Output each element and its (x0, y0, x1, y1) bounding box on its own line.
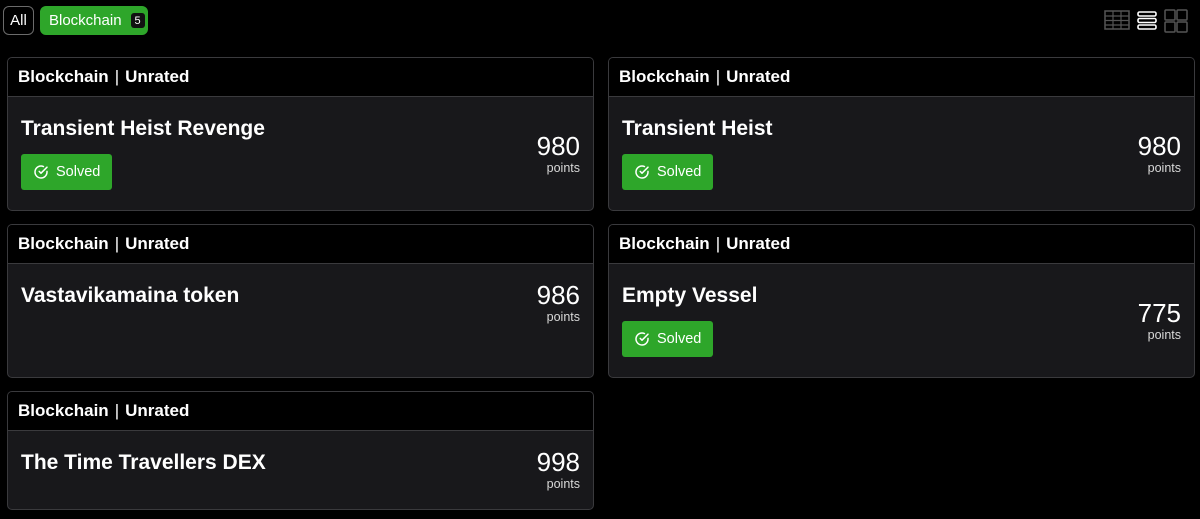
header-separator: | (715, 67, 721, 86)
points-label: points (546, 161, 580, 175)
header-separator: | (114, 67, 120, 86)
points-block: 986 points (537, 281, 580, 324)
challenge-card[interactable]: Blockchain | Unrated Vastavikamaina toke… (7, 224, 594, 378)
points-block: 980 points (1138, 132, 1181, 175)
challenge-title: The Time Travellers DEX (21, 451, 266, 474)
card-rating: Unrated (125, 67, 190, 86)
filter-all-button[interactable]: All (3, 6, 34, 35)
solved-badge: Solved (21, 154, 112, 190)
solved-label: Solved (56, 164, 101, 180)
grid-view-button[interactable] (1163, 9, 1189, 33)
points-label: points (546, 477, 580, 491)
points-value: 998 (536, 447, 580, 477)
challenge-card[interactable]: Blockchain | Unrated Transient Heist Rev… (7, 57, 594, 211)
card-header: Blockchain | Unrated (609, 225, 1194, 264)
points-label: points (546, 310, 580, 324)
card-category: Blockchain (619, 234, 710, 253)
header-separator: | (715, 234, 721, 253)
card-category: Blockchain (619, 67, 710, 86)
solved-label: Solved (657, 164, 702, 180)
filter-blockchain-label: Blockchain (49, 12, 122, 29)
challenge-card[interactable]: Blockchain | Unrated The Time Travellers… (7, 391, 594, 510)
points-label: points (1147, 161, 1181, 175)
card-rating: Unrated (726, 234, 791, 253)
points-label: points (1147, 328, 1181, 342)
card-category: Blockchain (18, 67, 109, 86)
card-rating: Unrated (125, 234, 190, 253)
solved-label: Solved (657, 331, 702, 347)
points-block: 998 points (537, 448, 580, 491)
filter-blockchain-button[interactable]: Blockchain 5 (40, 6, 148, 35)
card-category: Blockchain (18, 234, 109, 253)
filter-count-badge: 5 (130, 13, 145, 28)
header-separator: | (114, 401, 120, 420)
solved-badge: Solved (622, 154, 713, 190)
header-separator: | (114, 234, 120, 253)
card-category: Blockchain (18, 401, 109, 420)
challenge-title: Vastavikamaina token (21, 284, 240, 307)
challenge-title: Transient Heist Revenge (21, 117, 265, 140)
challenge-title: Empty Vessel (622, 284, 758, 307)
check-circle-icon (635, 332, 649, 346)
points-value: 986 (536, 280, 580, 310)
card-header: Blockchain | Unrated (609, 58, 1194, 97)
filter-all-label: All (10, 12, 27, 29)
card-header: Blockchain | Unrated (8, 392, 593, 431)
list-view-button[interactable] (1136, 9, 1162, 33)
challenge-title: Transient Heist (622, 117, 773, 140)
list-view-icon (1137, 11, 1157, 30)
points-block: 980 points (537, 132, 580, 175)
points-value: 775 (1137, 298, 1181, 328)
table-view-button[interactable] (1104, 9, 1130, 33)
card-header: Blockchain | Unrated (8, 58, 593, 97)
points-value: 980 (1137, 131, 1181, 161)
grid-view-icon (1164, 9, 1188, 33)
card-header: Blockchain | Unrated (8, 225, 593, 264)
check-circle-icon (635, 165, 649, 179)
filter-bar: All Blockchain 5 (0, 0, 1200, 40)
challenge-card[interactable]: Blockchain | Unrated Transient Heist 980… (608, 57, 1195, 211)
card-rating: Unrated (726, 67, 791, 86)
table-view-icon (1104, 10, 1130, 30)
solved-badge: Solved (622, 321, 713, 357)
points-block: 775 points (1138, 299, 1181, 342)
challenge-card[interactable]: Blockchain | Unrated Empty Vessel 775 po… (608, 224, 1195, 378)
points-value: 980 (536, 131, 580, 161)
check-circle-icon (34, 165, 48, 179)
card-rating: Unrated (125, 401, 190, 420)
